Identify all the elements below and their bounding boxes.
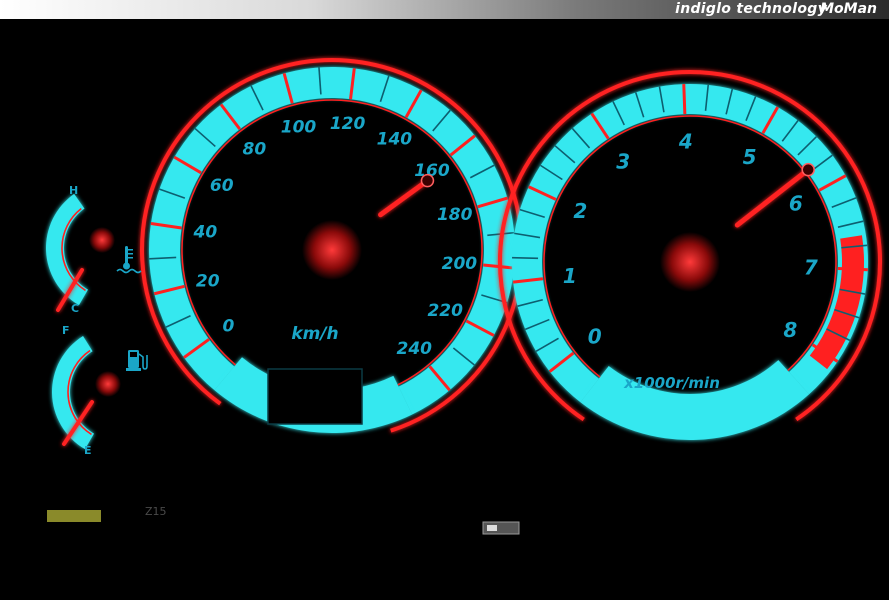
speedometer-label: 200 (442, 254, 478, 274)
speedometer-label: 220 (427, 301, 463, 321)
brand-banner: indiglo technology MoMan (0, 0, 889, 19)
footer-label: Z15 (145, 505, 167, 518)
tachometer-label: 2 (573, 199, 587, 223)
speedometer-label: 120 (330, 114, 366, 134)
speedometer-needle (378, 173, 435, 218)
tachometer-major-tick (837, 266, 868, 272)
tachometer-hub (660, 232, 720, 292)
speedometer-label: 40 (193, 223, 218, 243)
fuel-gauge: F E (52, 324, 148, 457)
fuel-hub (95, 371, 121, 397)
speedometer-label: 20 (196, 272, 220, 292)
temperature-gauge: H C (45, 184, 142, 315)
temperature-hub (89, 227, 115, 253)
tachometer-unit-label: x1000r/min (623, 374, 720, 392)
speedometer-unit-label: km/h (291, 324, 338, 344)
tachometer-label: 1 (563, 264, 577, 288)
speedometer-label: 140 (377, 129, 413, 149)
tachometer-label: 7 (804, 255, 818, 279)
fuel-empty-label: E (84, 444, 92, 457)
tachometer-label: 8 (783, 318, 797, 342)
speedometer-label: 100 (281, 118, 317, 138)
banner-brand-text: MoMan (820, 1, 877, 17)
tachometer-ticks (512, 84, 868, 373)
temperature-low-label: C (71, 302, 79, 315)
speedometer-hub (302, 220, 362, 280)
speedometer-label: 60 (210, 176, 234, 196)
coolant-temperature-icon (116, 246, 142, 274)
tachometer-major-tick (682, 84, 687, 115)
indicator-tab-center-mark (487, 525, 497, 531)
tachometer-minor-tick (512, 256, 539, 260)
tachometer-label: 4 (678, 129, 693, 153)
temperature-high-label: H (69, 184, 78, 197)
tachometer-label: 3 (616, 149, 630, 173)
tachometer: 0 1 2 3 4 5 6 7 8 x1000r/min (498, 70, 882, 441)
odometer-display (267, 368, 363, 425)
banner-tech-text: indiglo technology (675, 1, 827, 17)
speedometer-needle-cap (420, 173, 435, 188)
instrument-cluster: 0 20 40 60 80 100 120 140 160 180 200 220 240 km/h 0… (0, 19, 889, 596)
indicator-tab-left (47, 510, 101, 522)
speedometer-label: 240 (397, 339, 433, 359)
fuel-pump-icon (126, 350, 148, 371)
tachometer-needle-cap (801, 162, 815, 177)
speedometer-label: 180 (437, 205, 473, 225)
tachometer-label: 5 (743, 145, 757, 169)
speedometer-label: 80 (243, 139, 267, 159)
speedometer-label: 0 (223, 316, 235, 336)
speedometer: 020406080100 120140160180200220240 km/h (140, 58, 524, 433)
tachometer-label: 0 (588, 325, 602, 349)
fuel-full-label: F (62, 324, 70, 337)
tachometer-label: 6 (789, 192, 803, 216)
tachometer-glow-plate (580, 360, 810, 441)
speedometer-needle-bar (378, 178, 430, 218)
